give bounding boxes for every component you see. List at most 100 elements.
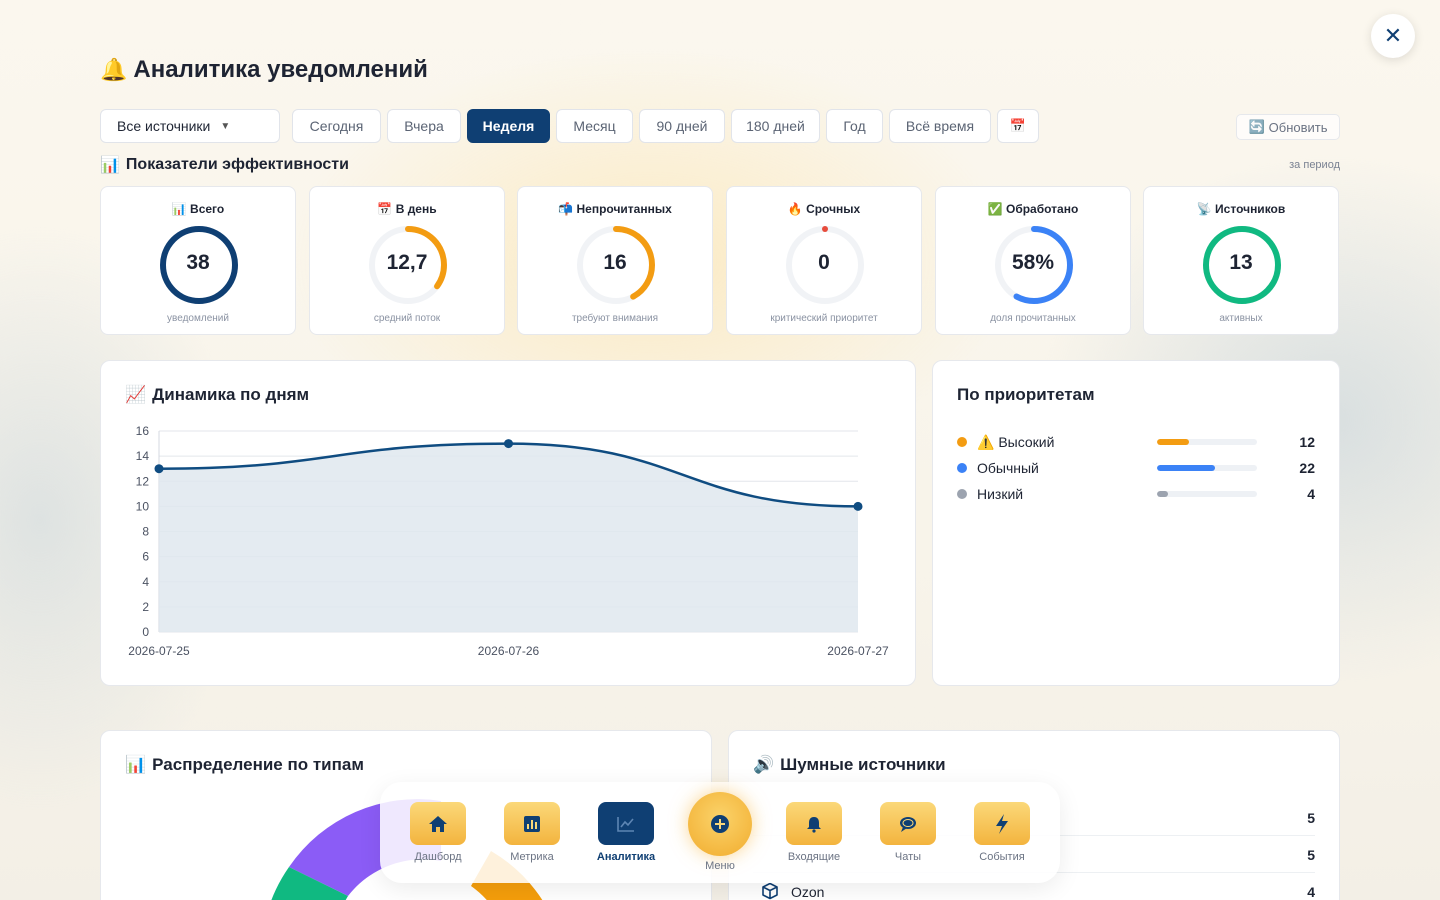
priority-name: Обычный	[977, 460, 1039, 476]
kpi-label: 📬 Непрочитанных	[558, 202, 672, 216]
menu-button[interactable]	[688, 792, 752, 856]
kpi-value: 38	[186, 251, 210, 274]
kpi-label: 📡 Источников	[1196, 202, 1286, 216]
box-icon	[762, 882, 778, 900]
y-tick-label: 14	[136, 449, 150, 463]
source-select[interactable]: Все источники ▼	[100, 109, 280, 143]
noisy-sources-title: 🔊 Шумные источники	[753, 755, 946, 775]
x-tick-label: 2026-07-25	[128, 644, 190, 658]
kpi-value: 12,7	[386, 251, 428, 274]
refresh-icon: 🔄	[1248, 119, 1265, 134]
kpi-section-header: 📊 Показатели эффективности за период	[100, 155, 1340, 175]
priority-count: 12	[1299, 434, 1315, 450]
period-year-button[interactable]: Год	[826, 109, 883, 143]
daily-dynamics-panel: 📈 Динамика по дням 0 2 4 6 8 10 12 14 16 2026-07-…	[100, 360, 916, 686]
period-month-button[interactable]: Месяц	[556, 109, 633, 143]
y-tick-label: 4	[142, 575, 149, 589]
priority-dot	[957, 489, 967, 499]
kpi-card: 📡 Источников 13 активных	[1143, 186, 1339, 335]
period-week-button[interactable]: Неделя	[467, 109, 550, 143]
bar-chart-icon: 📊	[171, 202, 187, 216]
noisy-source-name: Ozon	[791, 884, 825, 900]
lightning-icon	[974, 802, 1030, 845]
period-all-time-button[interactable]: Всё время	[889, 109, 991, 143]
kpi-card: 📊 Всего 38 уведомлений	[100, 186, 296, 335]
kpi-value: 13	[1229, 251, 1253, 274]
nav-events-label: События	[979, 851, 1025, 863]
page-title-text: Аналитика уведомлений	[133, 56, 428, 83]
priority-row: Обычный 22	[957, 458, 1315, 478]
kpi-subtitle: уведомлений	[167, 313, 229, 324]
daily-line-chart: 0 2 4 6 8 10 12 14 16 2026-07-25 2026-07-26 2026-07…	[128, 424, 889, 658]
x-tick-label: 2026-07-27	[827, 644, 889, 658]
period-90-days-button[interactable]: 90 дней	[639, 109, 725, 143]
kpi-value: 58%	[1011, 251, 1055, 274]
menu-label: Меню	[705, 860, 735, 872]
nav-chats-label: Чаты	[894, 851, 922, 863]
page-title: 🔔 Аналитика уведомлений	[100, 56, 428, 84]
y-tick-label: 12	[136, 474, 150, 488]
kpi-label: 📅 В день	[377, 202, 437, 216]
bell-icon	[786, 802, 842, 845]
priority-count: 4	[1307, 486, 1315, 502]
chat-icon	[880, 802, 936, 845]
noisy-source-count: 5	[1307, 810, 1315, 826]
refresh-button[interactable]: 🔄 Обновить	[1236, 114, 1340, 140]
nav-analytics[interactable]: Аналитика	[586, 802, 666, 863]
priority-bar	[1157, 439, 1257, 445]
priorities-panel: По приоритетам ⚠️ Высокий 12 Обычный 22 Низк…	[932, 360, 1340, 686]
noisy-sources-title-text: Шумные источники	[780, 755, 946, 774]
filter-bar: Все источники ▼ Сегодня Вчера Неделя Мес…	[100, 109, 1340, 143]
priorities-title: По приоритетам	[957, 385, 1095, 404]
calendar-icon: 📅	[1009, 118, 1027, 133]
nav-inbox[interactable]: Входящие	[774, 802, 854, 863]
mailbox-icon: 📬	[558, 202, 574, 216]
bottom-navigation: Дашборд Метрика Аналитика Меню Входящие …	[380, 782, 1060, 883]
kpi-subtitle: средний поток	[373, 313, 441, 324]
priority-name: Низкий	[977, 486, 1024, 502]
data-point	[154, 464, 164, 474]
y-tick-label: 6	[142, 550, 149, 564]
noisy-source-count: 5	[1307, 847, 1315, 863]
area-fill	[159, 443, 858, 632]
nav-analytics-label: Аналитика	[596, 851, 656, 863]
kpi-section-title: Показатели эффективности	[125, 156, 349, 173]
period-180-days-button[interactable]: 180 дней	[731, 109, 820, 143]
kpi-label: 📊 Всего	[171, 202, 225, 216]
period-today-button[interactable]: Сегодня	[292, 109, 381, 143]
check-icon: ✅	[987, 202, 1003, 216]
data-point	[504, 439, 513, 449]
y-tick-label: 16	[136, 424, 150, 438]
nav-chats[interactable]: Чаты	[868, 802, 948, 863]
kpi-card: 📬 Непрочитанных 16 требуют внимания	[517, 186, 713, 335]
source-select-value: Все источники	[117, 118, 211, 134]
kpi-card: 📅 В день 12,7 средний поток	[309, 186, 505, 335]
speaker-icon: 🔊	[753, 755, 775, 774]
close-button[interactable]: ✕	[1371, 14, 1415, 58]
refresh-label: Обновить	[1268, 119, 1328, 135]
y-tick-label: 0	[142, 625, 149, 639]
chevron-down-icon: ▼	[220, 120, 231, 132]
calendar-button[interactable]: 📅	[997, 109, 1039, 143]
priority-name: ⚠️ Высокий	[977, 433, 1055, 450]
nav-metrics[interactable]: Метрика	[492, 802, 572, 863]
priority-row: ⚠️ Высокий 12	[957, 432, 1315, 452]
kpi-subtitle: доля прочитанных	[990, 313, 1076, 324]
priority-count: 22	[1299, 460, 1315, 476]
kpi-label: ✅ Обработано	[987, 202, 1079, 216]
noisy-source-count: 4	[1307, 884, 1315, 900]
kpi-subtitle: критический приоритет	[770, 313, 878, 324]
fire-icon: 🔥	[787, 202, 803, 216]
bar-chart-icon: 📊	[100, 157, 120, 174]
period-yesterday-button[interactable]: Вчера	[387, 109, 461, 143]
nav-dashboard[interactable]: Дашборд	[398, 802, 478, 863]
y-tick-label: 8	[142, 525, 149, 539]
kpi-subtitle: активных	[1219, 313, 1263, 324]
kpi-card: 🔥 Срочных 0 критический приоритет	[726, 186, 922, 335]
satellite-icon: 📡	[1196, 202, 1212, 216]
priority-dot	[957, 463, 967, 473]
kpi-card: ✅ Обработано 58% доля прочитанных	[935, 186, 1131, 335]
priority-dot	[957, 437, 967, 447]
nav-metrics-label: Метрика	[510, 851, 554, 863]
nav-events[interactable]: События	[962, 802, 1042, 863]
